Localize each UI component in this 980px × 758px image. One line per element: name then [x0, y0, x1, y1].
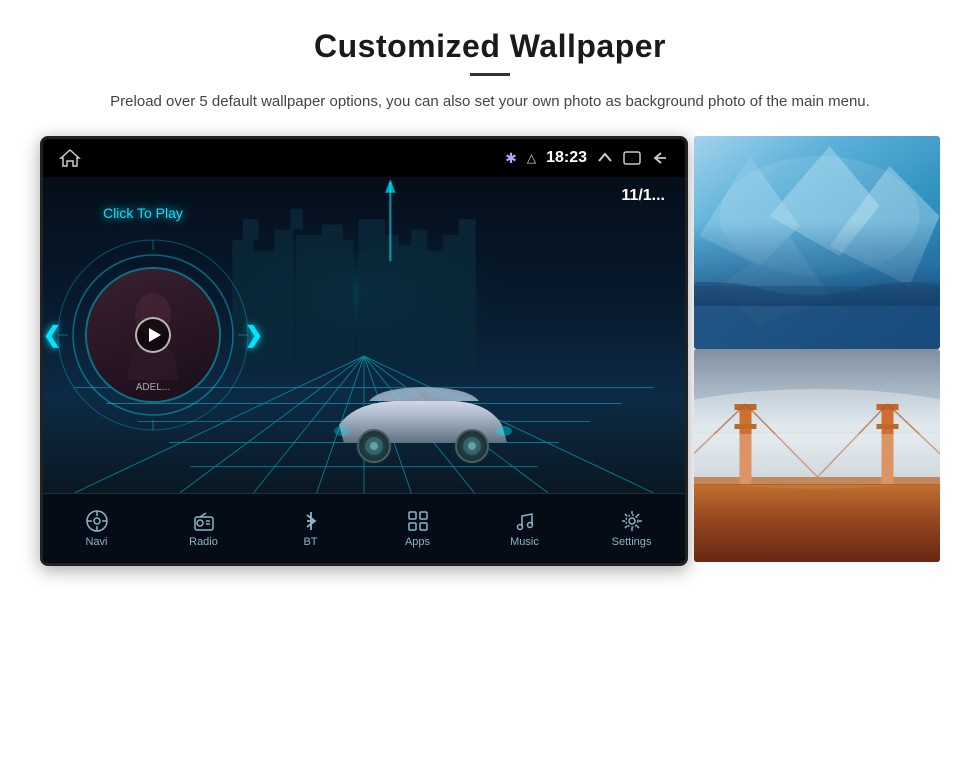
thumbnail-ice[interactable] [694, 136, 940, 349]
nav-item-settings[interactable]: Settings [597, 509, 667, 548]
thumbnails-column [694, 136, 940, 566]
chevron-up-icon [597, 151, 613, 165]
radio-label: Radio [189, 536, 218, 548]
navi-icon [85, 509, 109, 533]
nav-item-navi[interactable]: Navi [62, 509, 132, 548]
thumbnail-ice-svg [694, 136, 940, 349]
car-screen: ✱ △ 18:23 [40, 136, 688, 566]
music-icon [513, 509, 537, 533]
screen-content: Click To Play 11/1... [43, 177, 685, 493]
artist-name: ADEL... [87, 382, 219, 393]
nav-item-bt[interactable]: BT [276, 509, 346, 548]
page-subtitle: Preload over 5 default wallpaper options… [110, 90, 870, 114]
page-title: Customized Wallpaper [314, 28, 666, 65]
apps-icon [406, 509, 430, 533]
nav-bar: Navi Radio [43, 493, 685, 563]
thumbnail-bridge-svg [694, 349, 940, 562]
album-art-container: ADEL... [85, 267, 221, 403]
thumbnail-bridge[interactable] [694, 349, 940, 562]
settings-icon [620, 509, 644, 533]
radio-icon [192, 509, 216, 533]
play-icon [149, 328, 161, 342]
home-icon [59, 148, 81, 168]
back-icon [651, 151, 669, 165]
album-art: ADEL... [87, 269, 219, 401]
nav-item-radio[interactable]: Radio [169, 509, 239, 548]
prev-button[interactable]: ❮ [43, 322, 61, 348]
nav-item-music[interactable]: Music [490, 509, 560, 548]
bt-label: BT [303, 536, 317, 548]
window-icon [623, 151, 641, 165]
nav-item-apps[interactable]: Apps [383, 509, 453, 548]
title-divider [470, 73, 510, 76]
wifi-status-icon: △ [527, 151, 536, 165]
status-bar: ✱ △ 18:23 [43, 139, 685, 177]
click-to-play-label: Click To Play [103, 205, 183, 221]
status-right: ✱ △ 18:23 [505, 149, 669, 167]
apps-label: Apps [405, 536, 430, 548]
play-button[interactable] [135, 317, 171, 353]
date-display: 11/1... [621, 187, 665, 205]
settings-label: Settings [612, 536, 652, 548]
music-label: Music [510, 536, 539, 548]
bt-icon [299, 509, 323, 533]
next-button[interactable]: ❯ [245, 322, 263, 348]
status-left [59, 148, 81, 168]
navi-label: Navi [85, 536, 107, 548]
status-time: 18:23 [546, 149, 587, 167]
content-row: ✱ △ 18:23 [40, 136, 940, 566]
bluetooth-status-icon: ✱ [505, 150, 517, 167]
car-svg [324, 383, 524, 473]
page-wrapper: Customized Wallpaper Preload over 5 defa… [0, 0, 980, 758]
music-player: ADEL... ❮ ❯ [73, 255, 233, 415]
